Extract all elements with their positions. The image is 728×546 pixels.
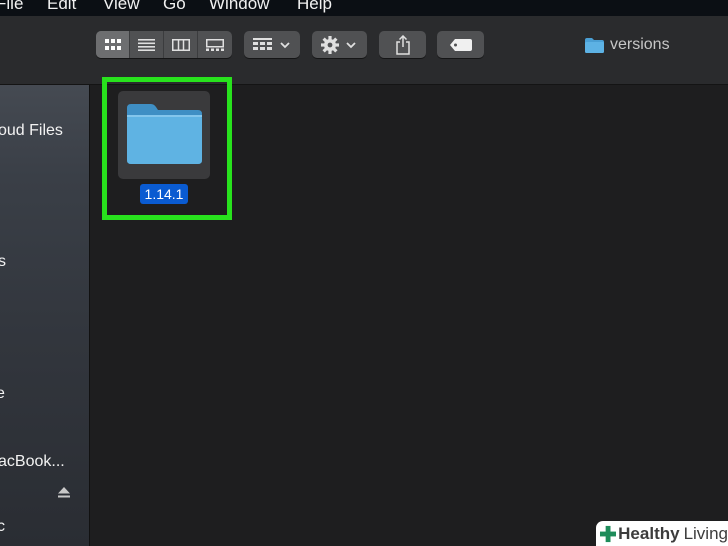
- view-mode-control: [96, 31, 232, 58]
- menu-go[interactable]: Go: [163, 0, 186, 14]
- sidebar-item[interactable]: c: [0, 518, 5, 536]
- chevron-down-icon: [279, 41, 290, 48]
- window-title: versions: [585, 35, 670, 55]
- gallery-view-icon: [206, 38, 224, 51]
- watermark: Healthy Living: [596, 521, 728, 546]
- chevron-down-icon: [346, 41, 356, 48]
- sidebar: oud Files s e acBook... c: [0, 85, 90, 546]
- share-icon: [395, 34, 410, 55]
- tag-icon: [449, 38, 472, 51]
- watermark-text: Living: [683, 523, 728, 543]
- sidebar-item-icloud-files[interactable]: oud Files: [0, 122, 63, 140]
- menu-view[interactable]: View: [103, 0, 140, 14]
- tag-button[interactable]: [437, 31, 484, 58]
- sidebar-item[interactable]: e: [0, 385, 5, 403]
- icon-view-button[interactable]: [96, 31, 130, 58]
- group-by-icon: [252, 38, 272, 50]
- list-view-button[interactable]: [130, 31, 164, 58]
- sidebar-item-macbook[interactable]: acBook...: [0, 453, 65, 471]
- gear-icon: [321, 35, 339, 54]
- group-by-button[interactable]: [244, 31, 300, 58]
- menu-help[interactable]: Help: [297, 0, 332, 14]
- menu-bar: File Edit View Go Window Help: [0, 0, 728, 16]
- folder-icon: [585, 37, 604, 53]
- watermark-text-bold: Healthy: [618, 523, 680, 543]
- highlight-box: [102, 77, 232, 220]
- gallery-view-button[interactable]: [198, 31, 232, 58]
- icon-view-icon: [104, 38, 121, 50]
- column-view-icon: [171, 38, 190, 51]
- menu-file[interactable]: File: [0, 0, 23, 14]
- sidebar-item[interactable]: s: [0, 253, 6, 271]
- list-view-icon: [138, 38, 155, 51]
- cross-logo-icon: [600, 525, 617, 542]
- column-view-button[interactable]: [164, 31, 198, 58]
- share-button[interactable]: [379, 31, 426, 58]
- window-title-text: versions: [610, 36, 670, 53]
- menu-window[interactable]: Window: [209, 0, 269, 14]
- eject-icon[interactable]: [58, 487, 70, 498]
- action-button[interactable]: [312, 31, 367, 58]
- menu-edit[interactable]: Edit: [47, 0, 76, 14]
